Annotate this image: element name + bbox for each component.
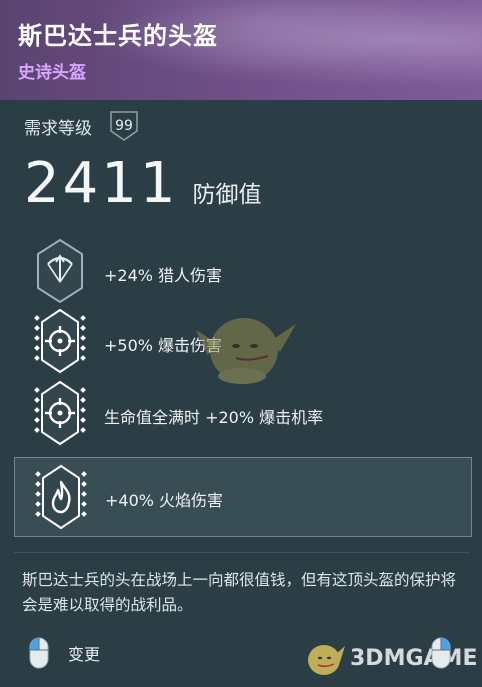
level-requirement-label: 需求等级 [24,118,92,139]
mascot-watermark-icon [196,318,296,384]
item-name: 斯巴达士兵的头盔 [18,22,218,50]
level-requirement: 需求等级 99 [24,110,140,142]
crosshair-icon [34,378,86,448]
perk-text: +24% 猎人伤害 [104,266,223,285]
level-badge: 99 [108,109,140,143]
bow-icon [34,236,86,306]
perk-row-selected[interactable]: +40% 火焰伤害 [14,457,472,537]
defense-label: 防御值 [192,182,262,208]
watermark-text: 3DMGAME [350,645,478,671]
item-header: 斯巴达士兵的头盔 史诗头盔 [0,0,482,100]
defense-stat: 2411 防御值 [24,152,262,216]
level-value: 99 [115,118,133,134]
mouse-left-click-icon [29,637,49,669]
item-description: 斯巴达士兵的头在战场上一向都很值钱，但有这顶头盔的保护将会是难以取得的战利品。 [22,571,457,614]
defense-value: 2411 [24,151,179,216]
perk-text: +40% 火焰伤害 [105,491,224,510]
change-action[interactable]: 变更 [28,636,100,670]
divider [14,552,470,553]
mouse-right-click-icon [431,637,451,669]
perk-row[interactable]: +24% 猎人伤害 [20,236,470,308]
perk-text: 生命值全满时 +20% 爆击机率 [104,408,324,427]
item-rarity: 史诗头盔 [18,63,86,83]
flame-icon [35,462,87,532]
change-label: 变更 [68,645,101,664]
compare-action[interactable] [430,636,452,674]
crosshair-icon [34,306,86,376]
watermark-mascot-icon [308,645,345,675]
